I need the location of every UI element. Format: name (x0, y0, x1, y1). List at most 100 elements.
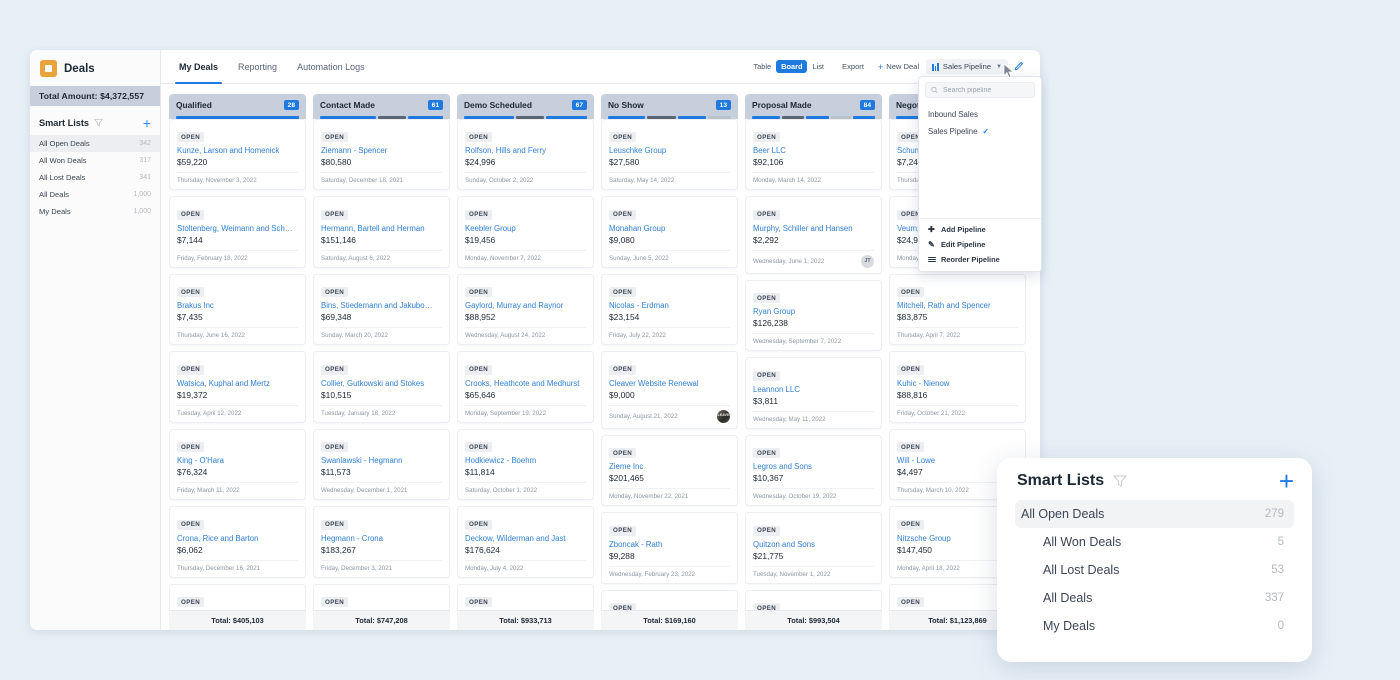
sidebar-item-all-deals[interactable]: All Deals 1,000 (30, 186, 160, 203)
pipeline-search-box[interactable] (925, 82, 1035, 98)
deal-title[interactable]: Hegmann - Crona (321, 534, 442, 543)
export-button[interactable]: Export (835, 59, 871, 74)
deal-title[interactable]: Stoltenberg, Weimann and Sch… (177, 224, 298, 233)
deal-title[interactable]: Watsica, Kuphal and Mertz (177, 379, 298, 388)
deal-card[interactable]: OPEN Kuhn, Satterfield and Jerde $20,693 (745, 589, 882, 610)
edit-pipeline-action[interactable]: ✎ Edit Pipeline (919, 237, 1041, 252)
avatar[interactable]: JT (861, 254, 874, 268)
deal-title[interactable]: Ziemann - Spencer (321, 146, 442, 155)
view-mode-board[interactable]: Board (776, 60, 808, 73)
deal-title[interactable]: Crona, Rice and Barton (177, 534, 298, 543)
tab-automation-logs[interactable]: Automation Logs (287, 50, 375, 83)
sidebar-item-my-deals[interactable]: My Deals 1,000 (30, 203, 160, 220)
deal-card[interactable]: OPEN Swaniawski - Hegmann $11,573 Wednes… (313, 428, 450, 500)
deal-card[interactable]: OPEN Ziemann - Spencer $80,580 Saturday,… (313, 118, 450, 190)
deal-title[interactable]: Hodkiewicz - Boehm (465, 456, 586, 465)
deal-title[interactable]: Legros and Sons (753, 462, 874, 471)
deal-card[interactable]: OPEN Crona, Rice and Barton $6,062 Thurs… (169, 506, 306, 578)
deal-card[interactable]: OPEN Torphy, Hane and O'Kon $119,511 (601, 589, 738, 610)
search-input[interactable] (943, 86, 1029, 94)
deal-card[interactable]: OPEN Murphy, Schiller and Hansen $2,292 … (745, 196, 882, 274)
deal-title[interactable]: Cleaver Website Renewal (609, 379, 730, 388)
pipeline-option-inbound-sales[interactable]: Inbound Sales (919, 106, 1041, 123)
add-smart-list-button[interactable]: + (143, 116, 151, 130)
funnel-icon[interactable] (1113, 475, 1128, 488)
new-deal-button[interactable]: + New Deal (871, 59, 926, 74)
deal-card[interactable]: OPEN Legros and Sons $10,367 Wednesday, … (745, 434, 882, 506)
deal-title[interactable]: Nicolas - Erdman (609, 301, 730, 310)
deal-card[interactable]: OPEN Leuschke Group $27,580 Saturday, Ma… (601, 118, 738, 190)
deal-card[interactable]: OPEN Gorczany - Bednar $105,495 (169, 583, 306, 610)
deal-card[interactable]: OPEN Hermann, Bartell and Herman $151,14… (313, 196, 450, 268)
deal-title[interactable]: Deckow, Wilderman and Jast (465, 534, 586, 543)
deal-card[interactable]: OPEN Deckow, Wilderman and Jast $176,624… (457, 506, 594, 578)
reorder-pipeline-action[interactable]: Reorder Pipeline (919, 252, 1041, 267)
overlay-item-all-won-deals[interactable]: All Won Deals 5 (1015, 528, 1294, 556)
deal-card[interactable]: OPEN Monahan Group $9,080 Sunday, June 5… (601, 196, 738, 268)
view-mode-list[interactable]: List (807, 60, 829, 73)
deal-title[interactable]: Brakus Inc (177, 301, 298, 310)
deal-card[interactable]: OPEN Quitzon and Sons $21,775 Tuesday, N… (745, 512, 882, 584)
deal-title[interactable]: Keebler Group (465, 224, 586, 233)
deal-title[interactable]: Rolfson, Hills and Ferry (465, 146, 586, 155)
sidebar-item-all-lost-deals[interactable]: All Lost Deals 341 (30, 169, 160, 186)
deal-card[interactable]: OPEN Hegmann - Crona $183,267 Friday, De… (313, 506, 450, 578)
funnel-icon[interactable] (94, 119, 104, 127)
deal-card[interactable]: OPEN Zboncak - Rath $9,288 Wednesday, Fe… (601, 512, 738, 584)
deal-card[interactable]: OPEN Osinski, Pagac and Satterfield $21,… (313, 583, 450, 610)
deal-card[interactable]: OPEN Leannon LLC $3,811 Wednesday, May 1… (745, 357, 882, 429)
deal-title[interactable]: Zieme Inc (609, 462, 730, 471)
deal-title[interactable]: Monahan Group (609, 224, 730, 233)
overlay-item-all-deals[interactable]: All Deals 337 (1015, 584, 1294, 612)
deal-card[interactable]: OPEN Hodkiewicz - Boehm $11,814 Saturday… (457, 428, 594, 500)
deal-card[interactable]: OPEN Rolfson, Hills and Ferry $24,996 Su… (457, 118, 594, 190)
deal-card[interactable]: OPEN Brakus Inc $7,435 Thursday, June 16… (169, 273, 306, 345)
deal-title[interactable]: Bins, Stiedemann and Jakubo… (321, 301, 442, 310)
deal-title[interactable]: Kuhic - Nienow (897, 379, 1018, 388)
deal-card[interactable]: OPEN Cleaver Website Renewal $9,000 Sund… (601, 351, 738, 429)
overlay-item-all-open-deals[interactable]: All Open Deals 279 (1015, 500, 1294, 528)
deal-card[interactable]: OPEN Prohaska, Marquardt and Walter $7,7… (457, 583, 594, 610)
deal-title[interactable]: Quitzon and Sons (753, 540, 874, 549)
deal-card[interactable]: OPEN Keebler Group $19,456 Monday, Novem… (457, 196, 594, 268)
deal-card[interactable]: OPEN Kunze, Larson and Homenick $59,220 … (169, 118, 306, 190)
deal-title[interactable]: Zboncak - Rath (609, 540, 730, 549)
edit-pipeline-icon-button[interactable] (1008, 58, 1030, 76)
deal-card[interactable]: OPEN Kuhic - Nienow $88,816 Friday, Octo… (889, 351, 1026, 423)
deal-title[interactable]: Collier, Gutkowski and Stokes (321, 379, 442, 388)
deal-title[interactable]: King - O'Hara (177, 456, 298, 465)
deal-title[interactable]: Swaniawski - Hegmann (321, 456, 442, 465)
deal-title[interactable]: Beer LLC (753, 146, 874, 155)
deal-card[interactable]: OPEN Watsica, Kuphal and Mertz $19,372 T… (169, 351, 306, 423)
overlay-item-my-deals[interactable]: My Deals 0 (1015, 612, 1294, 640)
deal-title[interactable]: Ryan Group (753, 307, 874, 316)
deal-card[interactable]: OPEN Gaylord, Murray and Raynor $88,952 … (457, 273, 594, 345)
overlay-item-all-lost-deals[interactable]: All Lost Deals 53 (1015, 556, 1294, 584)
add-pipeline-action[interactable]: ✚ Add Pipeline (919, 222, 1041, 237)
avatar[interactable]: CLEAVER (715, 409, 732, 423)
deal-card[interactable]: OPEN Bins, Stiedemann and Jakubo… $69,34… (313, 273, 450, 345)
deal-card[interactable]: OPEN Beer LLC $92,106 Monday, March 14, … (745, 118, 882, 190)
deal-card[interactable]: OPEN Stoltenberg, Weimann and Sch… $7,14… (169, 196, 306, 268)
pipeline-selector-button[interactable]: Sales Pipeline ▼ (926, 59, 1008, 74)
deal-card[interactable]: OPEN King - O'Hara $76,324 Friday, March… (169, 428, 306, 500)
view-mode-table[interactable]: Table (748, 60, 776, 73)
tab-reporting[interactable]: Reporting (228, 50, 287, 83)
deal-title[interactable]: Kunze, Larson and Homenick (177, 146, 298, 155)
deal-title[interactable]: Leuschke Group (609, 146, 730, 155)
sidebar-item-all-open-deals[interactable]: All Open Deals 342 (30, 135, 160, 152)
deal-card[interactable]: OPEN Ryan Group $126,238 Wednesday, Sept… (745, 279, 882, 351)
deal-title[interactable]: Hermann, Bartell and Herman (321, 224, 442, 233)
deal-title[interactable]: Gaylord, Murray and Raynor (465, 301, 586, 310)
deal-title[interactable]: Crooks, Heathcote and Medhurst (465, 379, 586, 388)
deal-card[interactable]: OPEN Nicolas - Erdman $23,154 Friday, Ju… (601, 273, 738, 345)
deal-card[interactable]: OPEN Mitchell, Rath and Spencer $83,875 … (889, 273, 1026, 345)
deal-title[interactable]: Leannon LLC (753, 385, 874, 394)
pipeline-option-sales-pipeline[interactable]: Sales Pipeline ✓ (919, 123, 1041, 140)
deal-card[interactable]: OPEN Collier, Gutkowski and Stokes $10,5… (313, 351, 450, 423)
deal-title[interactable]: Murphy, Schiller and Hansen (753, 224, 874, 233)
deal-card[interactable]: OPEN Zieme Inc $201,465 Monday, November… (601, 434, 738, 506)
sidebar-item-all-won-deals[interactable]: All Won Deals 317 (30, 152, 160, 169)
deal-card[interactable]: OPEN Crooks, Heathcote and Medhurst $65,… (457, 351, 594, 423)
deal-title[interactable]: Mitchell, Rath and Spencer (897, 301, 1018, 310)
